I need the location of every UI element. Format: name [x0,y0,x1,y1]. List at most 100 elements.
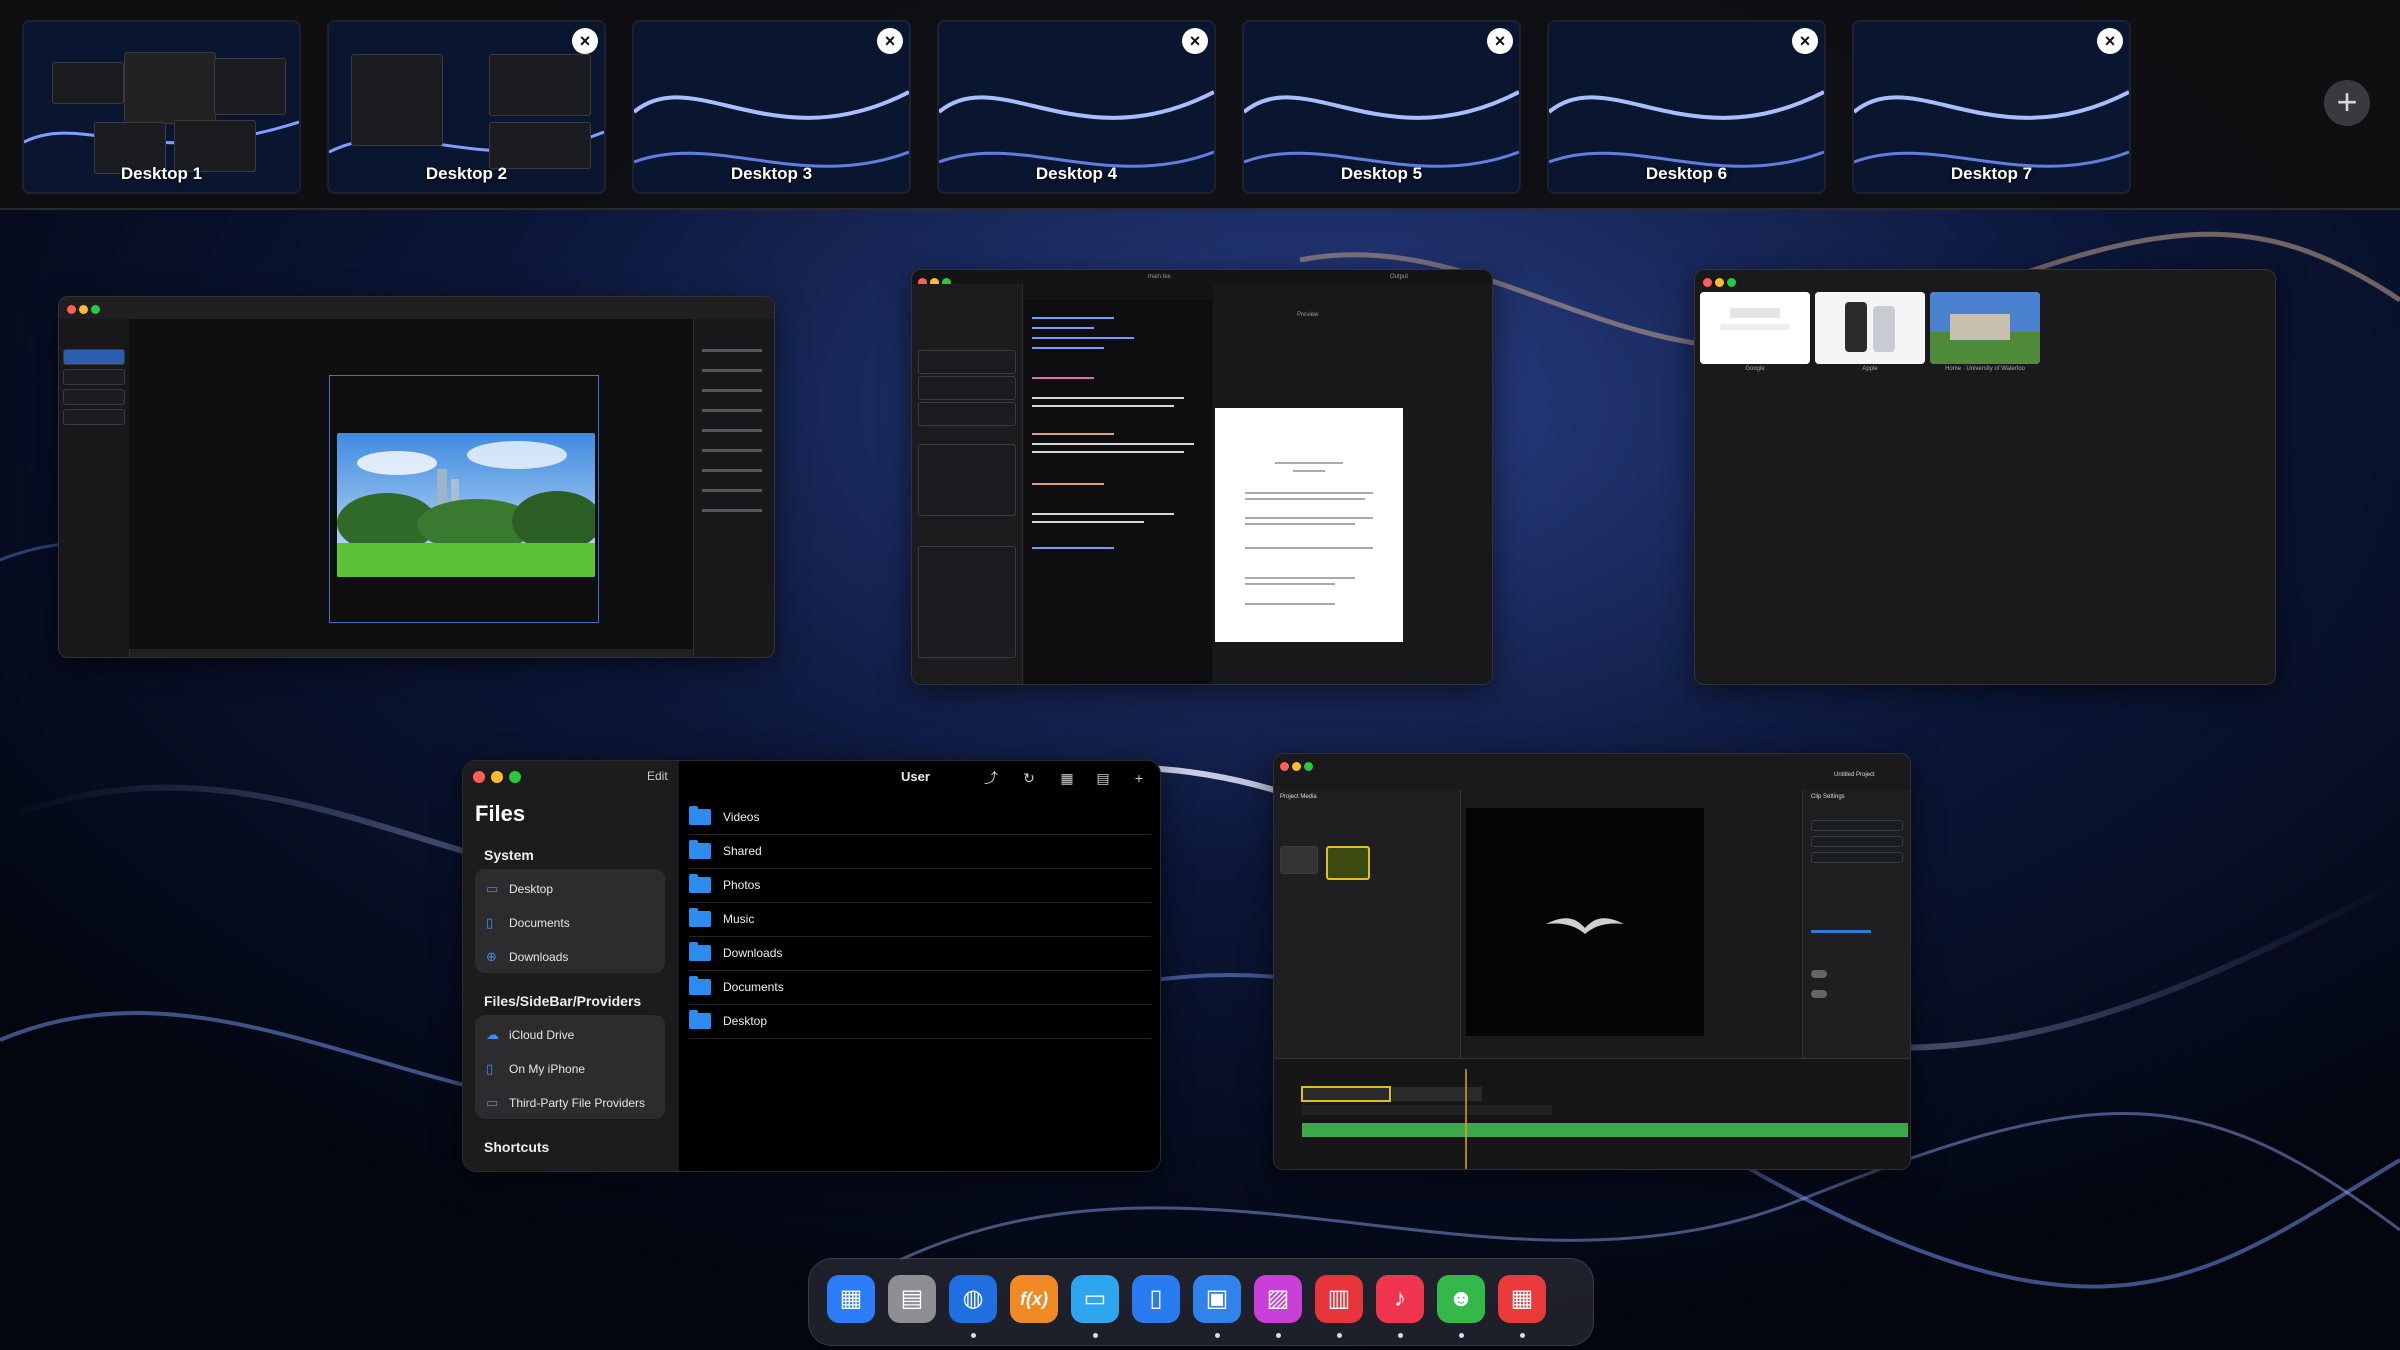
close-window-button[interactable] [473,771,485,783]
code-editor[interactable] [1024,300,1212,684]
zoom-window-button[interactable] [1727,278,1736,287]
pdf-page [1215,408,1403,642]
desktop-label: Desktop 2 [425,164,508,183]
latex-editor-window[interactable]: main.tex Output Preview [911,269,1493,685]
providers-group: ☁ iCloud Drive ▯ On My iPhone ▭ Third-Party… [475,1015,665,1119]
dock: ▦ ▤ ◍ f(x) ▭ ▯ ▣ ▨ ▥ ♪ ☻ ▦ [808,1258,1594,1346]
zoom-window-button[interactable] [1304,762,1313,771]
minimize-window-button[interactable] [491,771,503,783]
folder-icon [689,942,711,961]
close-desktop-button[interactable]: × [877,28,903,54]
desktop-thumbnail-3[interactable]: × Desktop 3 [632,20,911,194]
tab-preview-apple[interactable] [1815,292,1925,364]
desktop-icon: ▭ [486,881,499,896]
timeline[interactable] [1274,1058,1910,1170]
section-header-system: System [484,847,534,863]
project-media-panel: Project Media [1274,790,1461,1058]
minimize-window-button[interactable] [1715,278,1724,287]
minimize-window-button[interactable] [79,305,88,314]
system-group: ▭ Desktop ▯ Documents ⊕ Downloads [475,869,665,973]
files-window[interactable]: Edit Files System ▭ Desktop ▯ Documents ⊕ D… [462,760,1161,1172]
desktop-thumbnail-4[interactable]: × Desktop 4 [937,20,1216,194]
tab-preview-google[interactable] [1700,292,1810,364]
folder-row[interactable]: Desktop [689,1005,1151,1039]
project-files-sidebar [912,284,1023,684]
current-folder-title: User [901,769,930,784]
add-icon[interactable]: + [1127,767,1151,789]
launchpad-icon[interactable]: ▦ [827,1275,875,1323]
close-desktop-button[interactable]: × [572,28,598,54]
text-editor-icon[interactable]: ▣ [1193,1275,1241,1323]
window-switcher-icon[interactable]: ▤ [888,1275,936,1323]
desktop-thumbnail-7[interactable]: × Desktop 7 [1852,20,2131,194]
documents-icon[interactable]: ▯ [1132,1275,1180,1323]
sidebar-item-third-party[interactable]: ▭ Third-Party File Providers [483,1087,663,1117]
close-desktop-button[interactable]: × [1182,28,1208,54]
desktop-thumbnail-1[interactable]: Desktop 1 [22,20,301,194]
project-title: Untitled Project [1834,772,1875,778]
sidebar-item-icloud[interactable]: ☁ iCloud Drive [483,1019,663,1049]
share-icon[interactable]: ⤴ [979,767,1003,789]
close-desktop-button[interactable]: × [2097,28,2123,54]
add-desktop-button[interactable]: + [2324,80,2370,126]
calendar-icon[interactable]: ▦ [1498,1275,1546,1323]
browser-icon[interactable]: ◍ [949,1275,997,1323]
browser-window[interactable]: Google Apple Home · University of Waterl… [1694,269,2276,685]
desktop-thumbnail-5[interactable]: × Desktop 5 [1242,20,1521,194]
close-desktop-button[interactable]: × [1487,28,1513,54]
sidebar-item-downloads[interactable]: ⊕ Downloads [483,941,663,971]
photos-icon[interactable]: ▨ [1254,1275,1302,1323]
section-header-providers: Files/SideBar/Providers [484,993,642,1009]
music-icon[interactable]: ♪ [1376,1275,1424,1323]
folder-icon [689,874,711,893]
edit-button[interactable]: Edit [647,769,668,783]
download-icon: ⊕ [486,949,497,964]
adjustments-panel [693,319,774,657]
video-editor-window[interactable]: Untitled Project Project Media Clip Sett… [1273,753,1911,1170]
close-window-button[interactable] [67,305,76,314]
desktop-thumbnail-2[interactable]: × Desktop 2 [327,20,606,194]
files-icon[interactable]: ▭ [1071,1275,1119,1323]
running-indicator [1093,1333,1098,1338]
minimize-window-button[interactable] [1292,762,1301,771]
sidebar-item-desktop[interactable]: ▭ Desktop [483,873,663,903]
close-desktop-button[interactable]: × [1792,28,1818,54]
page-title: Files [475,801,526,826]
refresh-icon[interactable]: ↻ [1017,767,1041,789]
editor-canvas[interactable] [129,319,749,649]
desktop-label: Desktop 6 [1645,164,1728,183]
layers-panel [59,319,130,657]
sidebar-item-on-my-iphone[interactable]: ▯ On My iPhone [483,1053,663,1083]
running-indicator [1520,1333,1525,1338]
zoom-window-button[interactable] [91,305,100,314]
video-editor-icon[interactable]: ▥ [1315,1275,1363,1323]
calculator-icon[interactable]: f(x) [1010,1275,1058,1323]
sidebar-item-documents[interactable]: ▯ Documents [483,907,663,937]
contacts-icon[interactable]: ☻ [1437,1275,1485,1323]
column-view-icon[interactable]: ▤ [1091,767,1115,789]
desktop-switcher-bar: Desktop 1 × Desktop 2 × Desktop 3 × Desk… [0,0,2400,210]
folder-icon [689,1010,711,1029]
folder-row[interactable]: Videos [689,801,1151,835]
folder-icon [689,840,711,859]
image-editor-window[interactable] [58,296,775,658]
folder-row[interactable]: Documents [689,971,1151,1005]
folder-row[interactable]: Music [689,903,1151,937]
folder-row[interactable]: Photos [689,869,1151,903]
desktop-thumbnail-6[interactable]: × Desktop 6 [1547,20,1826,194]
folder-row[interactable]: Downloads [689,937,1151,971]
tab-preview-waterloo[interactable] [1930,292,2040,364]
video-preview [1466,808,1704,1036]
output-label: Output [1390,274,1409,280]
folder-row[interactable]: Shared [689,835,1151,869]
grid-view-icon[interactable]: ▦ [1055,767,1079,789]
running-indicator [1276,1333,1281,1338]
pdf-preview-pane: Preview [1213,284,1492,684]
zoom-window-button[interactable] [509,771,521,783]
tab-caption: Home · University of Waterloo [1945,366,2025,372]
close-window-button[interactable] [1280,762,1289,771]
section-header-shortcuts: Shortcuts [484,1139,550,1155]
close-window-button[interactable] [1703,278,1712,287]
document-icon: ▯ [486,915,494,930]
park-photo [337,433,595,577]
